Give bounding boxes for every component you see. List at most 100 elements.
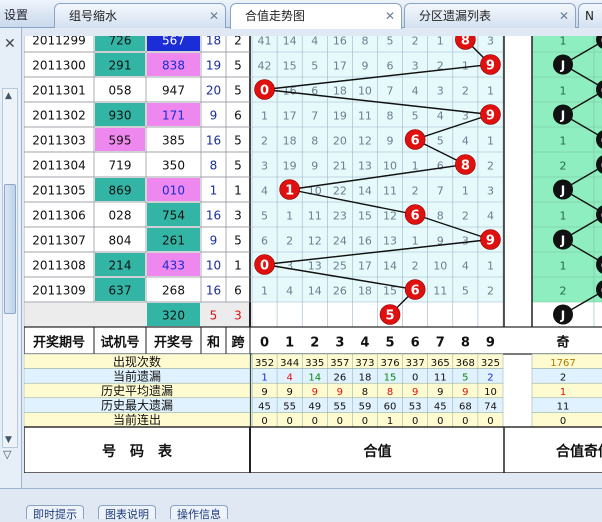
winning-number: 171 <box>162 109 185 123</box>
stat-value: 9 <box>286 387 292 398</box>
stat-value: 0 <box>412 416 418 427</box>
omission-count: 11 <box>358 110 372 123</box>
omission-count: 2 <box>462 85 469 98</box>
omission-count: 22 <box>333 185 347 198</box>
stat-value: 18 <box>359 372 372 383</box>
separator-cell <box>504 177 532 202</box>
digit-header: 4 <box>360 336 369 351</box>
close-icon[interactable]: ✕ <box>209 4 219 28</box>
tab-label: 组号缩水 <box>69 9 118 23</box>
hit-ball-label: 9 <box>486 59 495 74</box>
stat-value: 4 <box>286 372 292 383</box>
stat-value: 11 <box>434 372 447 383</box>
stat-value: 325 <box>481 358 500 369</box>
close-icon[interactable]: ✕ <box>385 4 395 28</box>
omission-count: 16 <box>333 36 347 48</box>
stat-value: 5 <box>462 372 468 383</box>
omission-count: 1 <box>487 135 494 148</box>
digit-header: 6 <box>411 336 420 351</box>
stat-value: 26 <box>333 372 346 383</box>
omission-count: 3 <box>412 60 419 73</box>
tab-zone-omission[interactable]: 分区遗漏列表 ✕ <box>404 3 576 28</box>
tab-bar: 设置 组号缩水 ✕ 合值走势图 ✕ 分区遗漏列表 ✕ N <box>0 0 602 29</box>
span-value: 5 <box>234 134 242 148</box>
close-icon[interactable]: ✕ <box>559 4 569 28</box>
stat-value: 15 <box>384 372 397 383</box>
bottom-tab-bar: 即时提示 图表说明 操作信息 <box>0 488 602 521</box>
tab-instant-tips[interactable]: 即时提示 <box>26 505 84 521</box>
odd-omission: 1 <box>560 36 567 48</box>
omission-count: 2 <box>412 260 419 273</box>
column-header: 开奖期号 <box>33 335 85 351</box>
omission-count: 16 <box>358 235 372 248</box>
stat-value: 365 <box>431 358 450 369</box>
hit-ball-label: 6 <box>411 134 420 149</box>
winning-number: 754 <box>162 209 185 223</box>
stat-value: 1 <box>387 416 393 427</box>
tab-label: 分区遗漏列表 <box>419 9 492 23</box>
omission-count: 8 <box>437 210 444 223</box>
tab-group-reduce[interactable]: 组号缩水 ✕ <box>54 3 226 28</box>
tab-sum-trend[interactable]: 合值走势图 ✕ <box>230 3 402 29</box>
omission-count: 8 <box>361 36 368 48</box>
span-value: 5 <box>234 59 242 73</box>
chevron-down-icon[interactable]: ▽ <box>3 448 11 461</box>
trial-number: 930 <box>109 109 132 123</box>
omission-count: 24 <box>333 235 347 248</box>
stat-value: 45 <box>434 402 447 413</box>
omission-count: 1 <box>437 36 444 48</box>
omission-count: 15 <box>358 210 372 223</box>
scroll-thumb[interactable] <box>4 184 16 314</box>
trend-chart: 2011299 726 567 18 2 41 14 4 16 8 5 2 1 3 12011300 291 8… <box>24 36 602 473</box>
period-number: 2011305 <box>32 184 85 198</box>
odd-omission: 2 <box>560 285 567 298</box>
sum-value: 19 <box>206 59 221 73</box>
period-number: 2011307 <box>32 234 85 248</box>
omission-count: 2 <box>462 210 469 223</box>
sum-value: 1 <box>210 184 218 198</box>
omission-count: 26 <box>333 285 347 298</box>
stat-value: 0 <box>261 416 267 427</box>
close-icon[interactable]: ✕ <box>4 36 16 52</box>
stat-value: 0 <box>286 416 292 427</box>
omission-count: 14 <box>383 260 397 273</box>
omission-count: 10 <box>433 260 447 273</box>
omission-count: 3 <box>437 85 444 98</box>
column-header: 跨 <box>231 336 245 351</box>
trial-number: 291 <box>109 59 132 73</box>
settings-menu[interactable]: 设置 <box>4 6 28 23</box>
stat-value: 10 <box>484 387 497 398</box>
omission-count: 41 <box>258 36 272 48</box>
odd-header: 奇 <box>556 335 569 351</box>
omission-count: 2 <box>412 36 419 48</box>
omission-count: 3 <box>261 160 268 173</box>
tab-operation-info[interactable]: 操作信息 <box>170 505 228 521</box>
omission-count: 2 <box>412 185 419 198</box>
omission-count: 12 <box>383 210 397 223</box>
stat-value: 0 <box>337 416 343 427</box>
tab-more[interactable]: N <box>578 3 602 28</box>
winning-number: 261 <box>162 234 185 248</box>
period-number: 2011300 <box>32 59 85 73</box>
scroll-up-icon[interactable]: ▲ <box>5 91 12 101</box>
stat-label: 历史平均遗漏 <box>101 384 173 398</box>
footer-odd-even: 合值奇偶 <box>556 443 602 460</box>
separator-cell <box>504 102 532 127</box>
vertical-scrollbar[interactable]: ▲ ▼ <box>2 88 18 448</box>
hit-ball-label: 6 <box>411 209 420 224</box>
omission-count: 9 <box>387 135 394 148</box>
stat-value: 74 <box>484 402 497 413</box>
stat-value: 68 <box>459 402 472 413</box>
sum-value: 18 <box>206 36 221 48</box>
sum-value: 9 <box>210 109 218 123</box>
omission-count: 4 <box>261 185 268 198</box>
scroll-down-icon[interactable]: ▼ <box>5 435 12 445</box>
tab-chart-help[interactable]: 图表说明 <box>98 505 156 521</box>
omission-count: 12 <box>358 135 372 148</box>
omission-count: 14 <box>308 285 322 298</box>
odd-stat: 11 <box>557 402 570 413</box>
omission-count: 1 <box>261 285 268 298</box>
sum-value: 16 <box>206 284 221 298</box>
stat-value: 59 <box>359 402 372 413</box>
hit-ball-label: 9 <box>486 109 495 124</box>
